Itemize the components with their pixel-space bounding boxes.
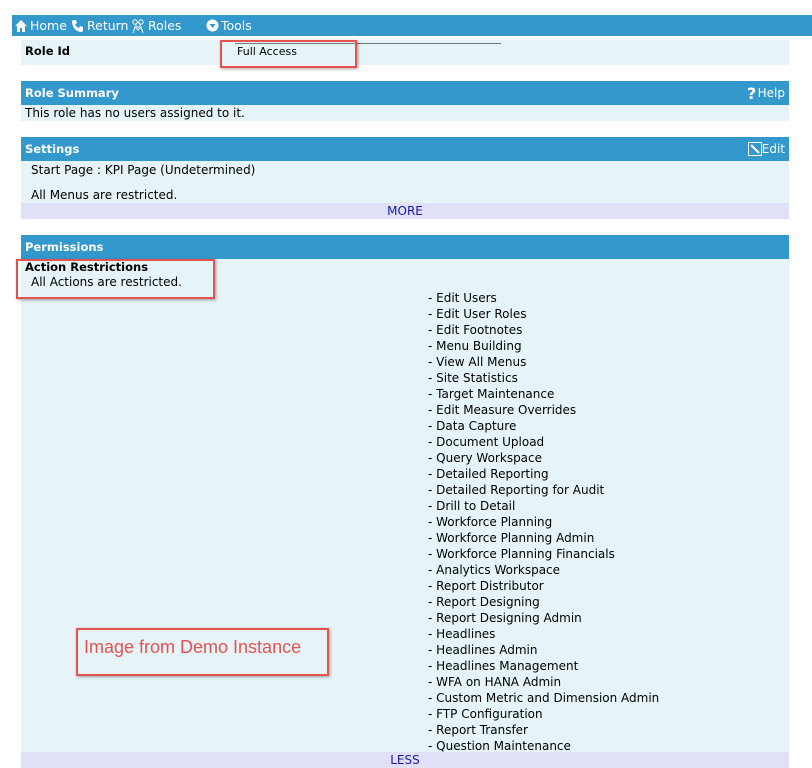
permission-item: - Custom Metric and Dimension Admin [428,691,660,705]
permission-item: - Drill to Detail [428,499,516,513]
permissions-body: Action Restrictions All Actions are rest… [21,259,789,752]
less-button[interactable]: LESS [21,752,789,768]
return-label: Return [87,18,129,33]
edit-link[interactable]: Edit [747,137,785,161]
return-button[interactable]: Return [70,15,128,36]
permission-item: - View All Menus [428,355,527,369]
roles-button[interactable]: Roles [130,15,181,36]
permission-item: - Detailed Reporting for Audit [428,483,605,497]
settings-header: Settings Edit [21,137,789,161]
return-icon [72,19,83,32]
home-icon [15,19,27,32]
permission-item: - FTP Configuration [428,707,543,721]
start-page-text: Start Page : KPI Page (Undetermined) [31,163,256,177]
permission-item: - Edit Users [428,291,497,305]
permission-item: - Menu Building [428,339,522,353]
top-toolbar: Home Return Roles Tools [12,15,812,36]
help-icon: ? [747,85,756,101]
permission-item: - Report Designing [428,595,540,609]
role-summary-body: This role has no users assigned to it. [21,105,789,121]
role-summary-header: Role Summary ? Help [21,81,789,105]
permission-item: - Edit User Roles [428,307,527,321]
permission-item: - Workforce Planning Admin [428,531,595,545]
role-id-highlight-box [220,40,357,68]
help-link[interactable]: ? Help [746,81,785,105]
permission-item: - Report Distributor [428,579,544,593]
roles-icon [132,18,144,33]
role-id-label: Role Id [25,44,71,58]
permissions-header: Permissions [21,235,789,259]
help-label: Help [757,86,785,100]
annotation-label: Image from Demo Instance [84,637,302,657]
permission-item: - Report Transfer [428,723,528,737]
permission-item: - Query Workspace [428,451,543,465]
settings-title: Settings [25,142,80,156]
edit-label: Edit [761,142,785,156]
permission-item: - Detailed Reporting [428,467,549,481]
permission-item: - Headlines [428,627,496,641]
settings-body: Start Page : KPI Page (Undetermined) All… [21,161,789,203]
permission-item: - Headlines Management [428,659,579,673]
permission-item: - Analytics Workspace [428,563,561,577]
action-restrictions-highlight-box [16,259,215,299]
roles-label: Roles [148,18,182,33]
tools-icon [206,19,219,32]
permission-item: - Data Capture [428,419,517,433]
svg-text:?: ? [747,85,756,101]
permission-item: - Report Designing Admin [428,611,582,625]
permission-item: - Edit Footnotes [428,323,523,337]
permission-item: - Edit Measure Overrides [428,403,577,417]
permissions-title: Permissions [25,240,104,254]
home-button[interactable]: Home [14,15,67,36]
permission-item: - Workforce Planning [428,515,553,529]
permission-item: - Site Statistics [428,371,518,385]
role-summary-title: Role Summary [25,86,119,100]
tools-button[interactable]: Tools [206,15,252,36]
role-id-row: Role Id [21,40,789,65]
menus-restriction-text: All Menus are restricted. [31,188,178,202]
permission-item: - Headlines Admin [428,643,538,657]
permission-item: - Workforce Planning Financials [428,547,615,561]
permission-item: - Document Upload [428,435,545,449]
permission-item: - Target Maintenance [428,387,555,401]
home-label: Home [30,18,67,33]
permission-item: - WFA on HANA Admin [428,675,562,689]
permission-list: - Edit Users - Edit User Roles - Edit Foot… [428,290,659,754]
tools-label: Tools [221,18,252,33]
edit-icon [747,142,762,156]
role-summary-text: This role has no users assigned to it. [25,106,245,120]
more-button[interactable]: MORE [21,203,789,219]
